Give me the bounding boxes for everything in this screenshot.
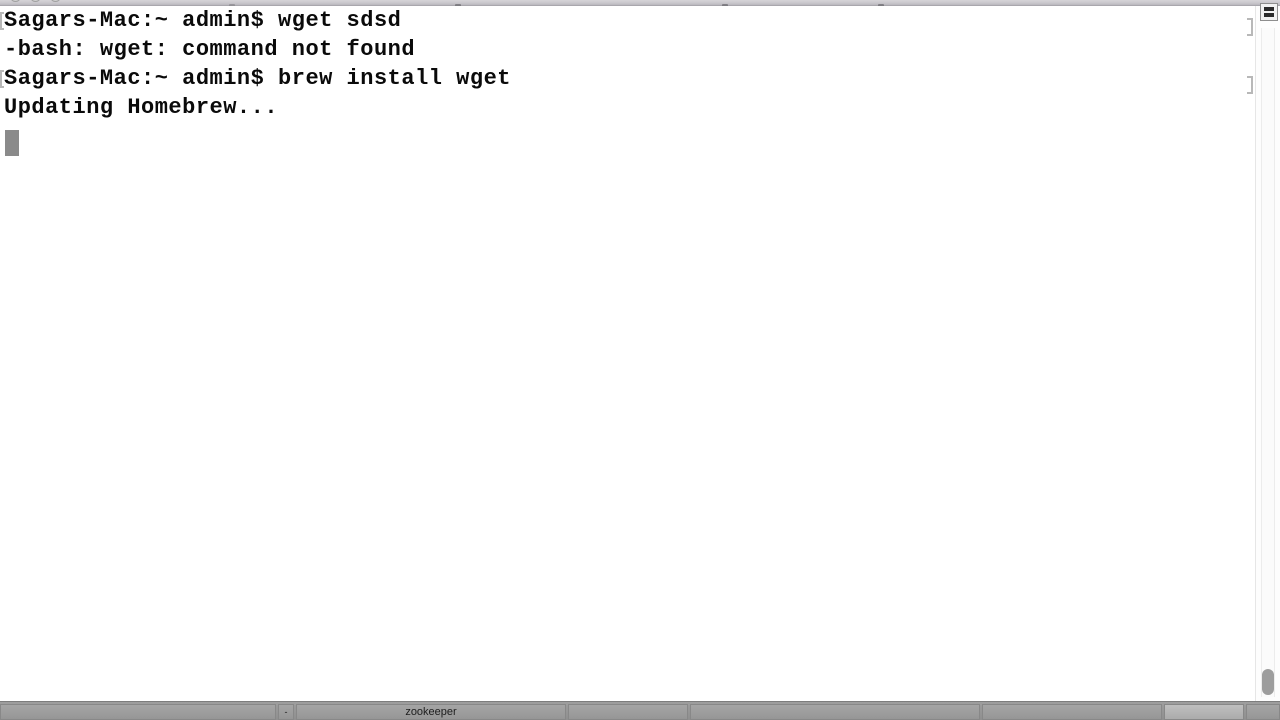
window-minimize-button[interactable]: [30, 0, 41, 2]
terminal-scrollbar[interactable]: [1255, 6, 1280, 701]
taskbar-item-active[interactable]: [1164, 704, 1244, 720]
scrollbar-track[interactable]: [1261, 28, 1275, 697]
taskbar[interactable]: - zookeeper: [0, 701, 1280, 720]
terminal-cursor: [5, 130, 19, 156]
terminal-line: Sagars-Mac:~ admin$ brew install wget: [0, 64, 1255, 93]
terminal-window[interactable]: admin — -bash — 128×38 Sagars-Mac:~ admi…: [0, 0, 1280, 701]
prompt-mark-right: [1247, 76, 1253, 94]
terminal-line: Updating Homebrew...: [4, 95, 279, 120]
prompt-mark-right: [1247, 18, 1253, 36]
taskbar-item-label: -: [284, 707, 288, 717]
window-close-button[interactable]: [10, 0, 21, 2]
taskbar-item[interactable]: [690, 704, 980, 720]
split-pane-bar-bottom: [1264, 13, 1274, 17]
window-zoom-button[interactable]: [50, 0, 61, 2]
taskbar-item[interactable]: [568, 704, 688, 720]
split-pane-icon[interactable]: [1260, 3, 1278, 21]
taskbar-item[interactable]: [1246, 704, 1280, 720]
taskbar-item-label: zookeeper: [405, 706, 457, 718]
taskbar-item[interactable]: [0, 704, 276, 720]
split-pane-bar-top: [1264, 7, 1274, 11]
taskbar-item-zookeeper[interactable]: zookeeper: [296, 704, 566, 720]
terminal-line: Sagars-Mac:~ admin$ wget sdsd: [0, 6, 1255, 35]
screen: admin — -bash — 128×38 Sagars-Mac:~ admi…: [0, 0, 1280, 720]
taskbar-item[interactable]: -: [278, 704, 294, 720]
terminal-line: -bash: wget: command not found: [4, 37, 416, 62]
scrollbar-thumb[interactable]: [1262, 669, 1274, 695]
taskbar-item[interactable]: [982, 704, 1162, 720]
terminal-text-area[interactable]: Sagars-Mac:~ admin$ wget sdsd -bash: wge…: [0, 6, 1255, 701]
